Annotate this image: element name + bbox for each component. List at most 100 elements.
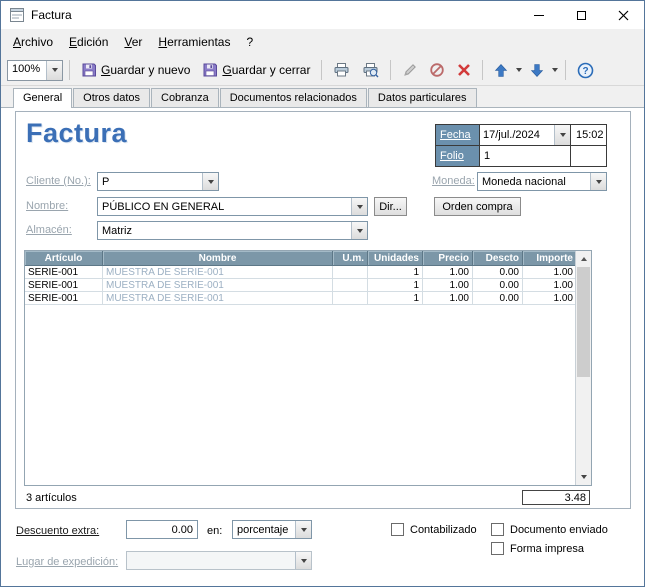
checkbox-forma-impresa[interactable] (491, 542, 504, 555)
fecha-dropdown-button[interactable] (554, 125, 570, 145)
print-preview-button[interactable] (357, 58, 384, 82)
tab-general[interactable]: General (13, 88, 72, 108)
almacen-combobox[interactable]: Matriz (97, 221, 368, 240)
minimize-button[interactable] (518, 1, 560, 29)
scroll-up-button[interactable] (576, 251, 591, 267)
grid-row[interactable]: SERIE-001 MUESTRA DE SERIE-001 1 1.00 0.… (25, 292, 591, 305)
grid-cell-um[interactable] (333, 266, 368, 279)
grid-row[interactable]: SERIE-001 MUESTRA DE SERIE-001 1 1.00 0.… (25, 279, 591, 292)
menu-item-edicion[interactable]: Edición (61, 31, 116, 53)
maximize-button[interactable] (560, 1, 602, 29)
descuento-unit-dropdown-button[interactable] (295, 521, 311, 538)
tab-datos-particulares[interactable]: Datos particulares (368, 88, 477, 107)
scroll-down-button[interactable] (576, 469, 591, 485)
print-preview-icon (362, 62, 379, 78)
nav-up-dropdown-button[interactable] (515, 65, 523, 75)
nav-down-dropdown-button[interactable] (551, 65, 559, 75)
nombre-combobox[interactable]: PÚBLICO EN GENERAL (97, 197, 368, 216)
menu-item-archivo[interactable]: Archivo (5, 31, 61, 53)
grid-cell-unidades[interactable]: 1 (368, 266, 423, 279)
almacen-label[interactable]: Almacén: (26, 224, 72, 236)
grid-cell-precio[interactable]: 1.00 (423, 279, 473, 292)
cancel-button[interactable] (424, 58, 450, 82)
save-close-button[interactable]: Guardar y cerrar (197, 58, 315, 82)
cliente-combobox[interactable]: P (97, 172, 219, 191)
tab-documentos-relacionados[interactable]: Documentos relacionados (220, 88, 367, 107)
grid-cell-nombre[interactable]: MUESTRA DE SERIE-001 (103, 266, 333, 279)
tab-otros-datos[interactable]: Otros datos (73, 88, 150, 107)
grid-cell-articulo[interactable]: SERIE-001 (25, 292, 103, 305)
checkbox-documento-enviado[interactable] (491, 523, 504, 536)
fecha-label[interactable]: Fecha (436, 125, 480, 145)
edit-button[interactable] (397, 58, 422, 82)
lugar-expedicion-dropdown-button[interactable] (295, 552, 311, 569)
menu-item-herramientas[interactable]: Herramientas (150, 31, 238, 53)
grid-cell-articulo[interactable]: SERIE-001 (25, 279, 103, 292)
grid-cell-descto[interactable]: 0.00 (473, 292, 523, 305)
grid-cell-precio[interactable]: 1.00 (423, 266, 473, 279)
descuento-input[interactable] (126, 520, 198, 539)
grid-cell-importe[interactable]: 1.00 (523, 266, 577, 279)
checkbox-contabilizado[interactable] (391, 523, 404, 536)
grid-cell-descto[interactable]: 0.00 (473, 279, 523, 292)
dir-button[interactable]: Dir... (374, 197, 407, 216)
moneda-label[interactable]: Moneda: (432, 175, 475, 187)
cliente-label[interactable]: Cliente (No.): (26, 175, 91, 187)
grid-header-um[interactable]: U.m. (333, 251, 368, 266)
grid-cell-nombre[interactable]: MUESTRA DE SERIE-001 (103, 292, 333, 305)
nav-up-button[interactable] (489, 58, 513, 82)
nav-down-button[interactable] (525, 58, 549, 82)
folio-label[interactable]: Folio (436, 146, 480, 166)
grid-header-importe[interactable]: Importe (523, 251, 577, 266)
grid-cell-um[interactable] (333, 292, 368, 305)
menu-item-ver[interactable]: Ver (116, 31, 150, 53)
grid-header-row: Artículo Nombre U.m. Unidades Precio Des… (25, 251, 591, 266)
tab-cobranza[interactable]: Cobranza (151, 88, 219, 107)
grid-cell-precio[interactable]: 1.00 (423, 292, 473, 305)
cliente-dropdown-button[interactable] (202, 173, 218, 190)
chevron-down-icon (596, 180, 602, 184)
close-button[interactable] (602, 1, 644, 29)
grid-cell-importe[interactable]: 1.00 (523, 292, 577, 305)
grid-cell-unidades[interactable]: 1 (368, 279, 423, 292)
menu-item-help[interactable]: ? (238, 31, 261, 53)
chevron-down-icon (52, 68, 58, 72)
grid-header-articulo[interactable]: Artículo (25, 251, 103, 266)
grid-cell-unidades[interactable]: 1 (368, 292, 423, 305)
grid-row[interactable]: SERIE-001 MUESTRA DE SERIE-001 1 1.00 0.… (25, 266, 591, 279)
grid-header-descto[interactable]: Descto (473, 251, 523, 266)
moneda-combobox[interactable]: Moneda nacional (477, 172, 607, 191)
grid-scrollbar[interactable] (575, 251, 591, 485)
nombre-dropdown-button[interactable] (351, 198, 367, 215)
chevron-down-icon (301, 528, 307, 532)
scroll-thumb[interactable] (577, 267, 590, 377)
grid-cell-descto[interactable]: 0.00 (473, 266, 523, 279)
grid-cell-articulo[interactable]: SERIE-001 (25, 266, 103, 279)
lugar-expedicion-combobox[interactable] (126, 551, 312, 570)
grid-header-unidades[interactable]: Unidades (368, 251, 423, 266)
zoom-combobox[interactable]: 100% (7, 60, 63, 81)
almacen-dropdown-button[interactable] (351, 222, 367, 239)
nombre-label[interactable]: Nombre: (26, 200, 68, 212)
grid-cell-importe[interactable]: 1.00 (523, 279, 577, 292)
fecha-value-box[interactable]: 17/jul./2024 (480, 125, 571, 145)
print-button[interactable] (328, 58, 355, 82)
chevron-down-icon (357, 229, 363, 233)
grid-cell-nombre[interactable]: MUESTRA DE SERIE-001 (103, 279, 333, 292)
help-icon: ? (577, 62, 594, 79)
help-button[interactable]: ? (572, 58, 599, 82)
lugar-expedicion-label[interactable]: Lugar de expedición: (16, 556, 118, 568)
grid-header-precio[interactable]: Precio (423, 251, 473, 266)
orden-compra-button[interactable]: Orden compra (434, 197, 521, 216)
moneda-dropdown-button[interactable] (590, 173, 606, 190)
descuento-label[interactable]: Descuento extra: (16, 525, 99, 537)
grid-header-nombre[interactable]: Nombre (103, 251, 333, 266)
save-new-button[interactable]: Guardar y nuevo (76, 58, 195, 82)
folio-value[interactable]: 1 (480, 146, 571, 166)
descuento-unit-combobox[interactable]: porcentaje (232, 520, 312, 539)
grid-cell-um[interactable] (333, 279, 368, 292)
zoom-dropdown-button[interactable] (46, 61, 62, 80)
delete-button[interactable] (452, 58, 476, 82)
toolbar-separator (482, 60, 483, 80)
fecha-time[interactable]: 15:02 (571, 125, 606, 145)
